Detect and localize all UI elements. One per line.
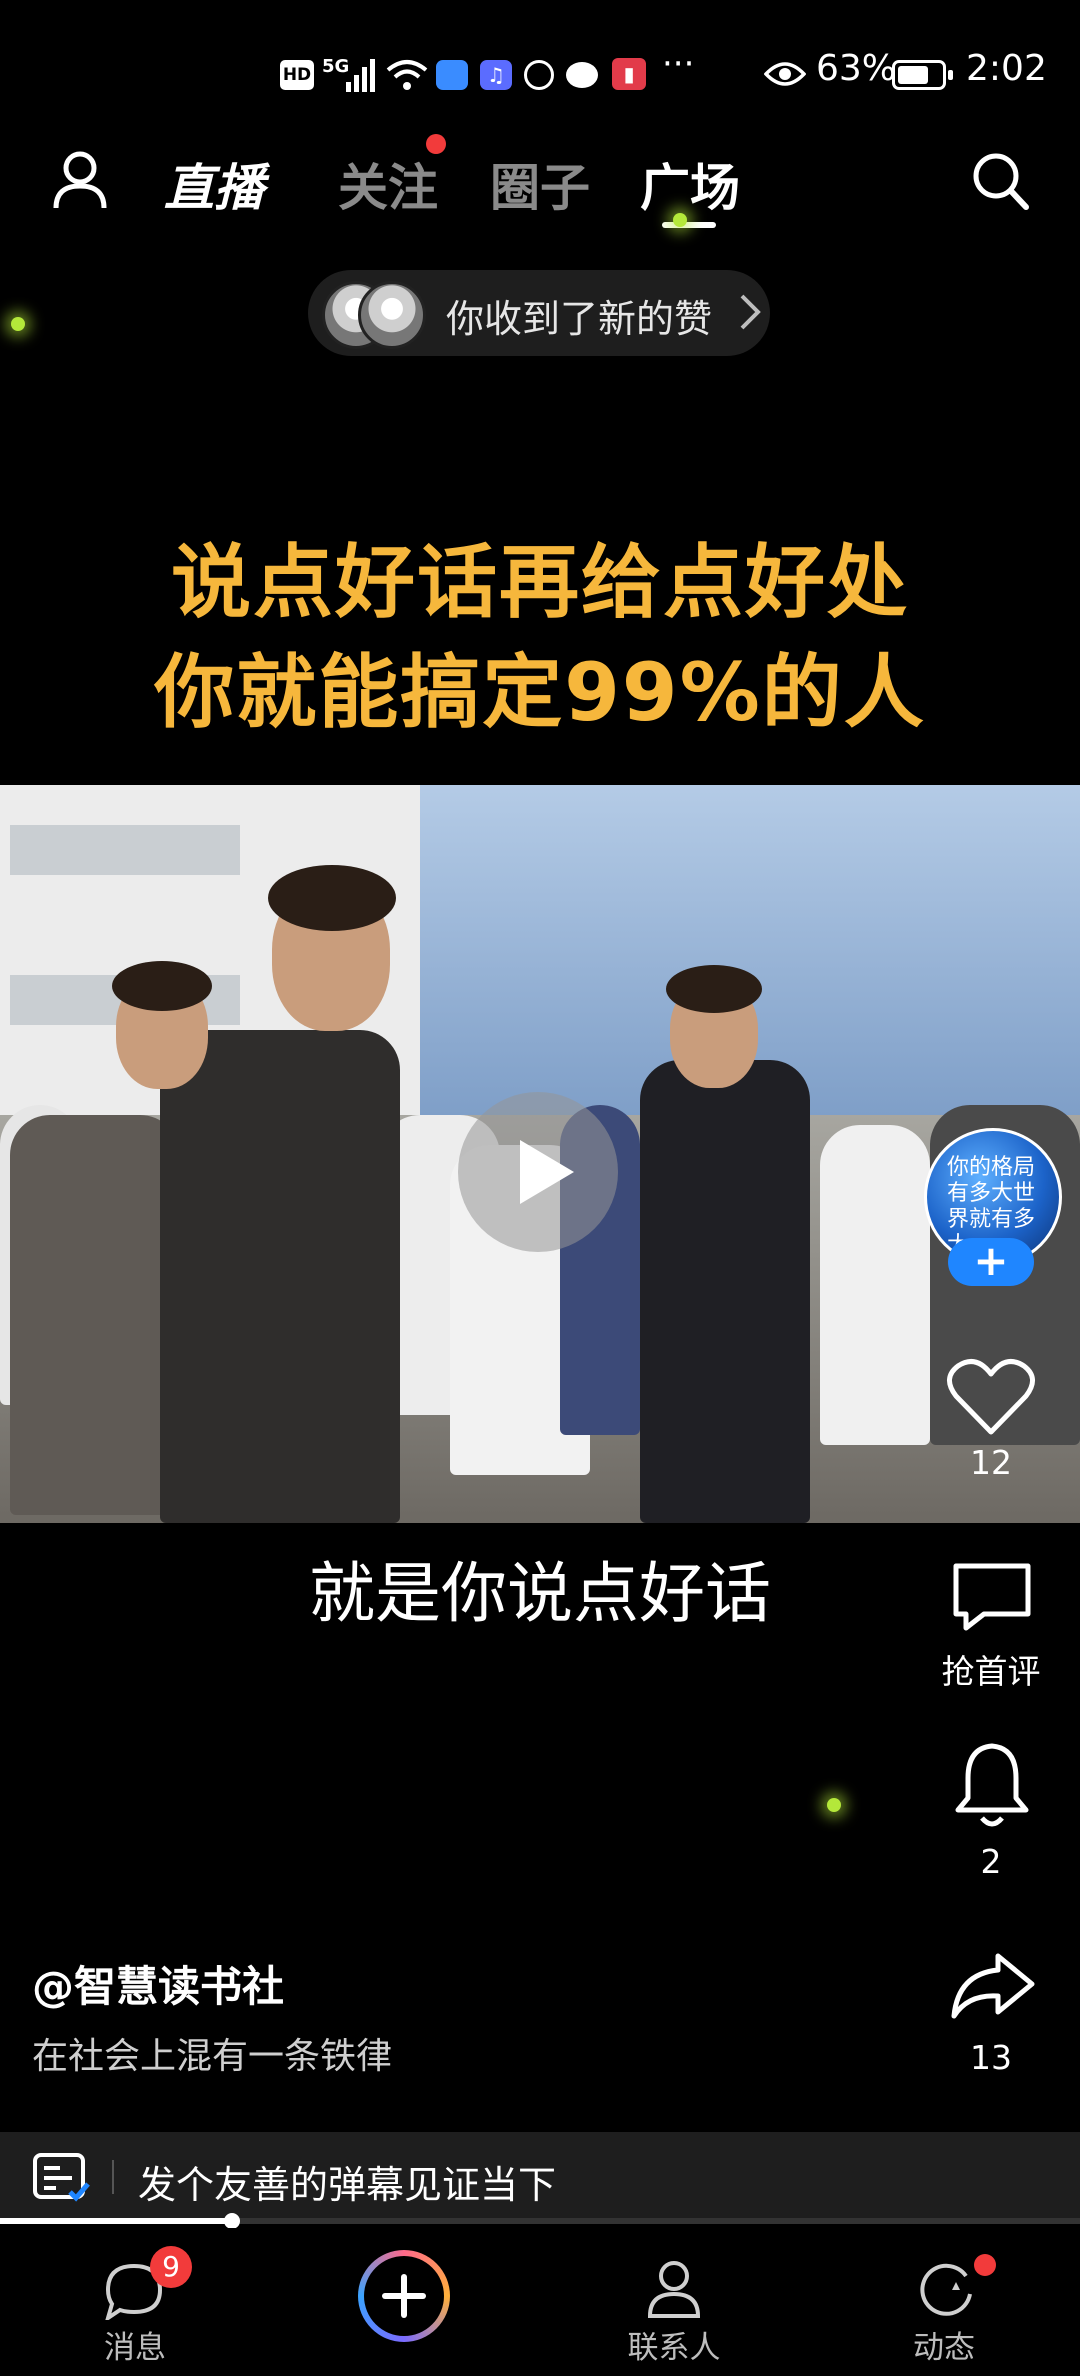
- profile-icon[interactable]: [52, 150, 108, 210]
- contacts-label[interactable]: 联系人: [594, 2322, 754, 2367]
- heart-icon[interactable]: [946, 1358, 1036, 1438]
- person: [160, 1030, 400, 1523]
- video-description: 在社会上混有一条铁律: [32, 2036, 393, 2077]
- danmaku-icon[interactable]: [32, 2152, 92, 2204]
- aperture-icon: [524, 60, 554, 90]
- danmaku-input[interactable]: 发个友善的弹幕见证当下: [138, 2154, 556, 2209]
- like-count: 12: [970, 1443, 1012, 1482]
- share-icon[interactable]: [948, 1950, 1036, 2022]
- status-bar: HD 5G ♫ ▮ ··· 63% 2:02: [0, 0, 1080, 150]
- play-icon: [520, 1140, 574, 1204]
- moments-dot: [974, 2254, 996, 2276]
- messages-label[interactable]: 消息: [55, 2322, 215, 2367]
- battery-icon: [892, 60, 953, 90]
- hair: [268, 865, 396, 931]
- video-progress-bar[interactable]: [0, 2213, 1080, 2229]
- video-subtitle: 就是你说点好话: [309, 1555, 771, 1632]
- person: [10, 1115, 180, 1515]
- create-post-button[interactable]: [358, 2250, 450, 2342]
- author-name[interactable]: @智慧读书社: [32, 1953, 284, 2014]
- live-button[interactable]: 直播: [164, 148, 264, 220]
- cloud-app-icon: [436, 60, 468, 90]
- music-app-icon: ♫: [480, 60, 512, 90]
- glow-speck: [827, 1798, 841, 1812]
- signal-icon: [346, 59, 375, 92]
- comment-label: 抢首评: [941, 1652, 1041, 1691]
- danmaku-bar[interactable]: 发个友善的弹幕见证当下: [0, 2132, 1080, 2222]
- active-tab-indicator: [662, 222, 716, 228]
- person: [640, 1060, 810, 1523]
- video-headline-line1: 说点好话再给点好处: [171, 536, 909, 629]
- bell-icon[interactable]: [952, 1740, 1032, 1830]
- search-icon[interactable]: [970, 150, 1030, 212]
- moments-label[interactable]: 动态: [864, 2322, 1024, 2367]
- following-dot: [426, 134, 446, 154]
- chat-bubble-icon: [566, 62, 598, 88]
- tab-following[interactable]: 关注: [338, 148, 438, 220]
- glow-speck: [11, 317, 25, 331]
- book-app-icon: ▮: [612, 58, 646, 90]
- more-icon: ···: [662, 44, 695, 84]
- progress-handle[interactable]: [224, 2213, 241, 2229]
- follow-button[interactable]: +: [948, 1238, 1034, 1286]
- tab-circles[interactable]: 圈子: [490, 148, 590, 220]
- glow-speck: [673, 213, 687, 227]
- contacts-icon[interactable]: [646, 2258, 702, 2320]
- building-window: [10, 825, 240, 875]
- wifi-icon: [386, 60, 428, 90]
- divider: [112, 2160, 114, 2194]
- comment-icon[interactable]: [950, 1560, 1034, 1632]
- chevron-right-icon: [740, 294, 761, 330]
- notification-text: 你收到了新的赞: [446, 297, 713, 341]
- bottom-nav: 9 消息 联系人 动态: [0, 2228, 1080, 2376]
- play-button[interactable]: [458, 1092, 618, 1252]
- tab-square[interactable]: 广场: [640, 148, 740, 220]
- new-like-notification[interactable]: 你收到了新的赞: [308, 270, 770, 356]
- eye-icon: [764, 62, 806, 86]
- hair: [112, 961, 212, 1011]
- moments-icon[interactable]: [916, 2260, 976, 2320]
- avatar: [358, 281, 426, 349]
- share-count: 13: [970, 2038, 1012, 2077]
- clock: 2:02: [966, 48, 1047, 89]
- video-headline-line2: 你就能搞定99%的人: [154, 646, 926, 739]
- bell-count: 2: [980, 1842, 1002, 1881]
- battery-percent: 63%: [816, 48, 897, 89]
- hair: [666, 965, 762, 1013]
- person: [820, 1125, 930, 1445]
- message-badge: 9: [150, 2246, 192, 2288]
- progress-fill: [0, 2218, 233, 2224]
- hd-icon: HD: [280, 60, 314, 90]
